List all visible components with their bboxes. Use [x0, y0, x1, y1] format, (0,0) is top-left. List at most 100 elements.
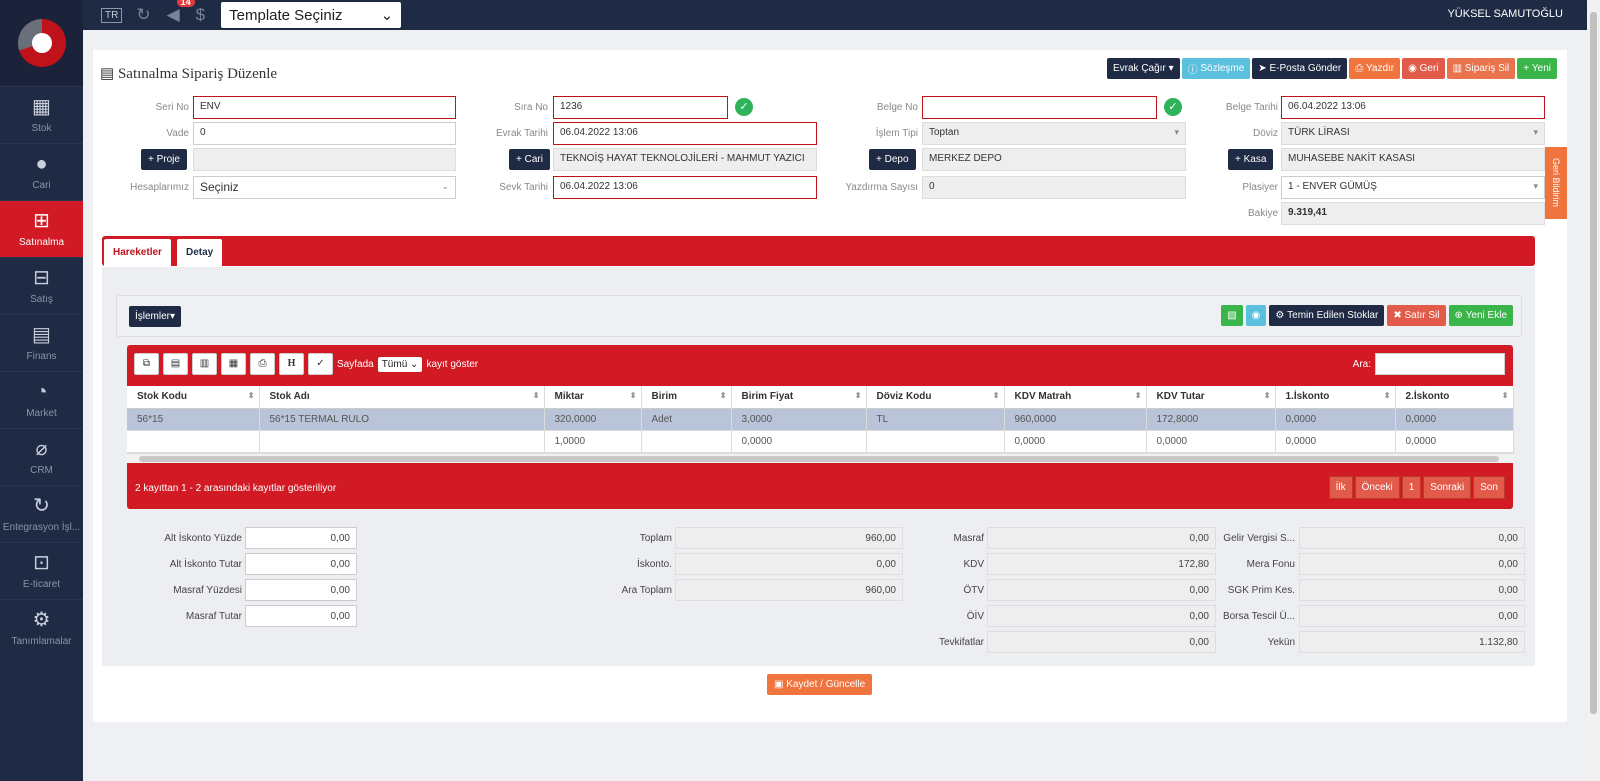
cell[interactable]	[641, 430, 732, 453]
cell[interactable]: 0,0000	[1275, 430, 1396, 453]
cell[interactable]: 56*15	[127, 408, 260, 431]
depo-button[interactable]: + Depo	[869, 149, 916, 170]
seri-input[interactable]: ENV	[193, 96, 456, 119]
cell[interactable]	[866, 430, 1005, 453]
doviz-select[interactable]: TÜRK LİRASI ▾	[1281, 122, 1545, 145]
col-doviz-kodu[interactable]: Döviz Kodu ⬍	[866, 386, 1005, 409]
page-size-select[interactable]: Tümü ⌄	[377, 356, 423, 372]
cari-field[interactable]: TEKNOİŞ HAYAT TEKNOLOJİLERİ - MAHMUT YAZ…	[553, 148, 817, 171]
pager-first[interactable]: İlk	[1328, 476, 1353, 499]
pager-prev[interactable]: Önceki	[1354, 476, 1400, 499]
cell[interactable]: 0,0000	[1146, 430, 1276, 453]
check-icon[interactable]: ✓	[308, 353, 333, 375]
cell[interactable]: 56*15 TERMAL RULO	[259, 408, 545, 431]
depo-field[interactable]: MERKEZ DEPO	[922, 148, 1186, 171]
language-switch[interactable]: TR	[101, 7, 123, 23]
bullhorn-icon[interactable]: ◀ 14	[167, 0, 195, 25]
cell[interactable]: 0,0000	[1395, 408, 1514, 431]
table-row[interactable]: 56*15 56*15 TERMAL RULO 320,0000 Adet 3,0000…	[127, 408, 1514, 431]
masraf-tutar-input[interactable]: 0,00	[245, 605, 357, 627]
eposta-button[interactable]: ➤ E-Posta Gönder	[1252, 58, 1348, 79]
csv-icon[interactable]: ▥	[192, 353, 217, 375]
tab-detay[interactable]: Detay	[177, 239, 223, 266]
islem-select[interactable]: Toptan ▾	[922, 122, 1186, 145]
proje-field[interactable]	[193, 148, 456, 171]
yeni-button[interactable]: + Yeni	[1517, 58, 1557, 79]
col-iskonto-2[interactable]: 2.İskonto ⬍	[1395, 386, 1514, 409]
pager-page-1[interactable]: 1	[1401, 476, 1422, 499]
sidebar-item-satinalma[interactable]: ⊞ Satınalma	[0, 200, 83, 257]
evrak-cagir-button[interactable]: Evrak Çağır ▾	[1107, 58, 1180, 79]
sidebar-item-tanimlamalar[interactable]: ⚙ Tanımlamalar	[0, 599, 83, 656]
cell[interactable]: 320,0000	[544, 408, 642, 431]
cell[interactable]: 3,0000	[731, 408, 867, 431]
col-birim[interactable]: Birim ⬍	[641, 386, 732, 409]
search-input[interactable]	[1375, 353, 1505, 375]
heading-icon[interactable]: H	[279, 353, 304, 375]
sidebar-item-market[interactable]: ◔ Market	[0, 371, 83, 428]
sidebar-item-cari[interactable]: ● Cari	[0, 143, 83, 200]
sidebar-item-finans[interactable]: ▤ Finans	[0, 314, 83, 371]
yeni-ekle-button[interactable]: ⊕ Yeni Ekle	[1448, 305, 1513, 326]
alt-isk-yuzde-input[interactable]: 0,00	[245, 527, 357, 549]
cell[interactable]: 1,0000	[544, 430, 642, 453]
belge-tarih-input[interactable]: 06.04.2022 13:06	[1281, 96, 1545, 119]
cell[interactable]	[259, 430, 545, 453]
temin-button[interactable]: ⚙ Temin Edilen Stoklar	[1269, 305, 1385, 326]
cell[interactable]: Adet	[641, 408, 732, 431]
sidebar-item-entegrasyon[interactable]: ↻ Entegrasyon İşl...	[0, 485, 83, 542]
sidebar-item-stok[interactable]: ▦ Stok	[0, 86, 83, 143]
feedback-tab[interactable]: Geri Bildirim	[1545, 147, 1567, 219]
cari-button[interactable]: + Cari	[509, 149, 550, 170]
plasiyer-select[interactable]: 1 - ENVER GÜMÜŞ ▾	[1281, 176, 1545, 199]
hesap-select[interactable]: Seçiniz ⌄	[193, 176, 456, 199]
col-kdv-tutar[interactable]: KDV Tutar ⬍	[1146, 386, 1276, 409]
sidebar-item-eticaret[interactable]: ⊡ E-ticaret	[0, 542, 83, 599]
view-button[interactable]: ◉	[1245, 305, 1267, 326]
geri-button[interactable]: ◉ Geri	[1402, 58, 1445, 79]
sozlesme-button[interactable]: ⓘ Sözleşme	[1181, 58, 1251, 79]
cell[interactable]: TL	[866, 408, 1005, 431]
user-name[interactable]: YÜKSEL SAMUTOĞLU	[1447, 8, 1563, 20]
col-birim-fiyat[interactable]: Birim Fiyat ⬍	[731, 386, 867, 409]
template-select[interactable]: Template Seçiniz ⌄	[221, 2, 402, 28]
alt-isk-tutar-input[interactable]: 0,00	[245, 553, 357, 575]
kasa-field[interactable]: MUHASEBE NAKİT KASASI	[1281, 148, 1545, 171]
app-logo[interactable]	[0, 0, 83, 86]
col-stok-kodu[interactable]: Stok Kodu ⬍	[127, 386, 260, 409]
col-kdv-matrah[interactable]: KDV Matrah ⬍	[1004, 386, 1147, 409]
excel-button[interactable]: ▧	[1221, 305, 1243, 326]
vade-input[interactable]: 0	[193, 122, 456, 145]
tab-hareketler[interactable]: Hareketler	[104, 239, 171, 266]
sidebar-item-satis[interactable]: ⊟ Satış	[0, 257, 83, 314]
dollar-icon[interactable]: $	[196, 5, 205, 25]
yazdir-button[interactable]: ⎙ Yazdır	[1349, 58, 1401, 79]
siparis-sil-button[interactable]: ▥ Sipariş Sil	[1446, 58, 1516, 79]
scroll-thumb[interactable]	[1590, 12, 1597, 714]
cell[interactable]: 172,8000	[1146, 408, 1276, 431]
col-stok-adi[interactable]: Stok Adı ⬍	[259, 386, 545, 409]
masraf-yuzde-input[interactable]: 0,00	[245, 579, 357, 601]
sevk-input[interactable]: 06.04.2022 13:06	[553, 176, 817, 199]
pager-next[interactable]: Sonraki	[1423, 476, 1472, 499]
col-iskonto-1[interactable]: 1.İskonto ⬍	[1275, 386, 1396, 409]
cell[interactable]	[127, 430, 260, 453]
cell[interactable]: 0,0000	[1395, 430, 1514, 453]
cell[interactable]: 0,0000	[731, 430, 867, 453]
pager-last[interactable]: Son	[1473, 476, 1505, 499]
print-icon[interactable]: ⎙	[250, 353, 275, 375]
islemler-button[interactable]: İşlemler ▾	[129, 306, 182, 327]
excel-icon[interactable]: ▤	[163, 353, 188, 375]
belge-input[interactable]	[922, 96, 1157, 119]
refresh-icon[interactable]: ↻	[136, 5, 150, 25]
save-button[interactable]: ▣ Kaydet / Güncelle	[767, 674, 873, 695]
evrak-tarih-input[interactable]: 06.04.2022 13:06	[553, 122, 817, 145]
kasa-button[interactable]: + Kasa	[1228, 149, 1274, 170]
sidebar-item-crm[interactable]: ⌀ CRM	[0, 428, 83, 485]
sira-input[interactable]: 1236	[553, 96, 728, 119]
proje-button[interactable]: + Proje	[141, 149, 187, 170]
page-scrollbar[interactable]	[1587, 0, 1600, 781]
cell[interactable]: 960,0000	[1004, 408, 1147, 431]
grid-hscroll[interactable]	[127, 453, 1513, 463]
cell[interactable]: 0,0000	[1004, 430, 1147, 453]
